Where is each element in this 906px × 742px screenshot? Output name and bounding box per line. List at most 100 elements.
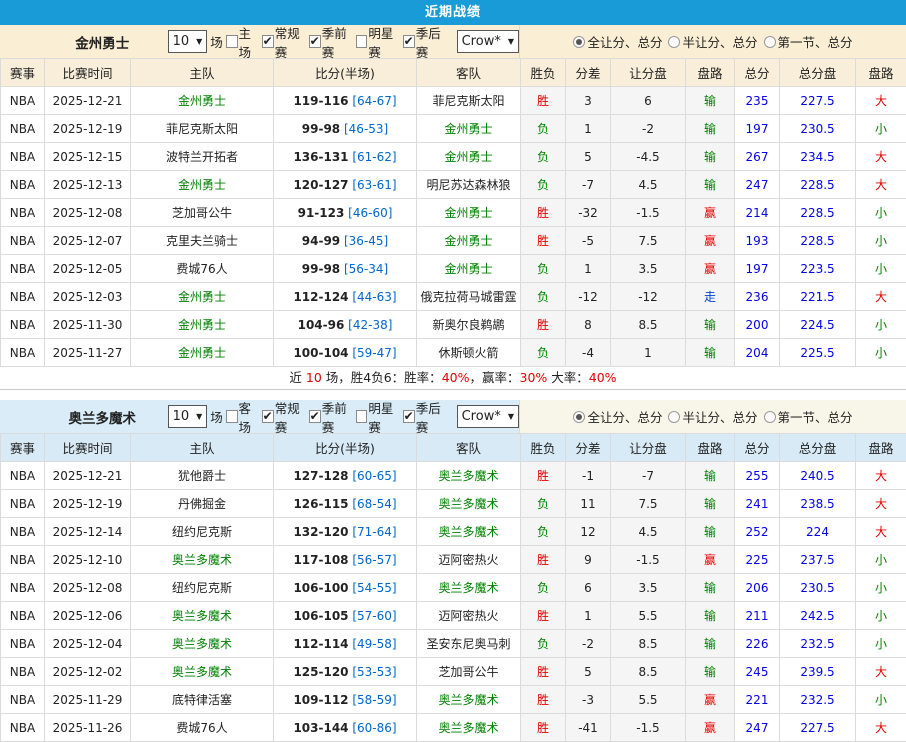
cell-away-team[interactable]: 金州勇士 — [417, 227, 521, 255]
cell-home-team[interactable]: 奥兰多魔术 — [131, 546, 274, 574]
cell-league: NBA — [1, 115, 45, 143]
cell-result: 负 — [521, 255, 566, 283]
cell-home-team[interactable]: 金州勇士 — [131, 171, 274, 199]
checkbox-icon: ✔ — [262, 35, 274, 48]
cell-score[interactable]: 120-127 [63-61] — [274, 171, 417, 199]
cell-home-team[interactable]: 菲尼克斯太阳 — [131, 115, 274, 143]
cell-score[interactable]: 99-98 [56-34] — [274, 255, 417, 283]
cell-away-team[interactable]: 奥兰多魔术 — [417, 714, 521, 742]
company-select[interactable]: Crow*▼ — [457, 30, 519, 53]
cell-away-team[interactable]: 迈阿密热火 — [417, 546, 521, 574]
cell-away-team[interactable]: 芝加哥公牛 — [417, 658, 521, 686]
cell-home-team[interactable]: 纽约尼克斯 — [131, 574, 274, 602]
cell-score[interactable]: 112-124 [44-63] — [274, 283, 417, 311]
cell-score[interactable]: 109-112 [58-59] — [274, 686, 417, 714]
cell-away-team[interactable]: 菲尼克斯太阳 — [417, 87, 521, 115]
cell-away-team[interactable]: 俄克拉荷马城雷霆 — [417, 283, 521, 311]
cell-away-team[interactable]: 圣安东尼奥马刺 — [417, 630, 521, 658]
filter-checkbox[interactable]: 客场 — [226, 398, 261, 436]
cell-league: NBA — [1, 311, 45, 339]
cell-home-team[interactable]: 金州勇士 — [131, 339, 274, 367]
cell-score[interactable]: 91-123 [46-60] — [274, 199, 417, 227]
filter-checkbox[interactable]: 明星赛 — [356, 398, 402, 436]
filter-checkbox[interactable]: 主场 — [226, 23, 261, 61]
cell-total: 241 — [735, 490, 780, 518]
filter-checkbox[interactable]: ✔季前赛 — [309, 398, 355, 436]
cell-away-team[interactable]: 新奥尔良鹈鹕 — [417, 311, 521, 339]
cell-home-team[interactable]: 金州勇士 — [131, 87, 274, 115]
cell-away-team[interactable]: 奥兰多魔术 — [417, 574, 521, 602]
cell-score[interactable]: 112-114 [49-58] — [274, 630, 417, 658]
filter-checkbox[interactable]: ✔季前赛 — [309, 23, 355, 61]
column-header: 盘路 — [686, 434, 735, 462]
filter-checkbox[interactable]: ✔常规赛 — [262, 398, 308, 436]
company-select[interactable]: Crow*▼ — [457, 405, 519, 428]
cell-score[interactable]: 103-144 [60-86] — [274, 714, 417, 742]
filter-checkbox[interactable]: ✔常规赛 — [262, 23, 308, 61]
cell-home-team[interactable]: 奥兰多魔术 — [131, 658, 274, 686]
filter-radio[interactable]: 全让分、总分 — [573, 32, 662, 51]
filter-radio[interactable]: 半让分、总分 — [668, 32, 757, 51]
cell-home-team[interactable]: 金州勇士 — [131, 311, 274, 339]
cell-away-team[interactable]: 迈阿密热火 — [417, 602, 521, 630]
filter-checkbox[interactable]: ✔季后赛 — [403, 23, 449, 61]
cell-score[interactable]: 106-100 [54-55] — [274, 574, 417, 602]
cell-handicap-result: 输 — [686, 87, 735, 115]
games-unit-label: 场 — [210, 407, 223, 426]
cell-score[interactable]: 100-104 [59-47] — [274, 339, 417, 367]
cell-home-team[interactable]: 费城76人 — [131, 714, 274, 742]
filter-radio[interactable]: 半让分、总分 — [668, 407, 757, 426]
cell-score[interactable]: 136-131 [61-62] — [274, 143, 417, 171]
cell-home-team[interactable]: 底特律活塞 — [131, 686, 274, 714]
cell-away-team[interactable]: 奥兰多魔术 — [417, 518, 521, 546]
cell-score[interactable]: 132-120 [71-64] — [274, 518, 417, 546]
games-count-select[interactable]: 10▼ — [168, 405, 208, 428]
filter-checkbox[interactable]: ✔季后赛 — [403, 398, 449, 436]
filter-radio[interactable]: 第一节、总分 — [764, 407, 853, 426]
cell-home-team[interactable]: 金州勇士 — [131, 283, 274, 311]
cell-away-team[interactable]: 明尼苏达森林狼 — [417, 171, 521, 199]
cell-home-team[interactable]: 丹佛掘金 — [131, 490, 274, 518]
cell-score[interactable]: 94-99 [36-45] — [274, 227, 417, 255]
cell-away-team[interactable]: 金州勇士 — [417, 115, 521, 143]
cell-away-team[interactable]: 奥兰多魔术 — [417, 490, 521, 518]
cell-home-team[interactable]: 奥兰多魔术 — [131, 630, 274, 658]
cell-away-team[interactable]: 奥兰多魔术 — [417, 686, 521, 714]
cell-home-team[interactable]: 费城76人 — [131, 255, 274, 283]
cell-away-team[interactable]: 金州勇士 — [417, 199, 521, 227]
checkbox-icon — [226, 35, 238, 48]
filter-radio[interactable]: 第一节、总分 — [764, 32, 853, 51]
cell-away-team[interactable]: 金州勇士 — [417, 143, 521, 171]
cell-handicap-line: 8.5 — [611, 658, 686, 686]
cell-score[interactable]: 126-115 [68-54] — [274, 490, 417, 518]
cell-diff: -4 — [566, 339, 611, 367]
cell-score[interactable]: 125-120 [53-53] — [274, 658, 417, 686]
cell-score[interactable]: 106-105 [57-60] — [274, 602, 417, 630]
games-count-select[interactable]: 10▼ — [168, 30, 208, 53]
cell-league: NBA — [1, 283, 45, 311]
table-row: NBA2025-11-27金州勇士100-104 [59-47]休斯顿火箭负-4… — [1, 339, 906, 367]
cell-away-team[interactable]: 奥兰多魔术 — [417, 462, 521, 490]
cell-home-team[interactable]: 犹他爵士 — [131, 462, 274, 490]
cell-score[interactable]: 117-108 [56-57] — [274, 546, 417, 574]
cell-league: NBA — [1, 143, 45, 171]
cell-total-line: 230.5 — [780, 574, 856, 602]
filter-radio[interactable]: 全让分、总分 — [573, 407, 662, 426]
company-select-value: Crow* — [462, 34, 501, 49]
cell-handicap-line: 6 — [611, 87, 686, 115]
filter-checkbox[interactable]: 明星赛 — [356, 23, 402, 61]
checkbox-label: 主场 — [239, 23, 261, 61]
cell-away-team[interactable]: 金州勇士 — [417, 255, 521, 283]
cell-home-team[interactable]: 克里夫兰骑士 — [131, 227, 274, 255]
cell-home-team[interactable]: 波特兰开拓者 — [131, 143, 274, 171]
cell-score[interactable]: 99-98 [46-53] — [274, 115, 417, 143]
cell-score[interactable]: 104-96 [42-38] — [274, 311, 417, 339]
cell-home-team[interactable]: 芝加哥公牛 — [131, 199, 274, 227]
cell-total: 235 — [735, 87, 780, 115]
column-header: 分差 — [566, 59, 611, 87]
cell-score[interactable]: 127-128 [60-65] — [274, 462, 417, 490]
cell-home-team[interactable]: 奥兰多魔术 — [131, 602, 274, 630]
cell-score[interactable]: 119-116 [64-67] — [274, 87, 417, 115]
cell-home-team[interactable]: 纽约尼克斯 — [131, 518, 274, 546]
cell-away-team[interactable]: 休斯顿火箭 — [417, 339, 521, 367]
